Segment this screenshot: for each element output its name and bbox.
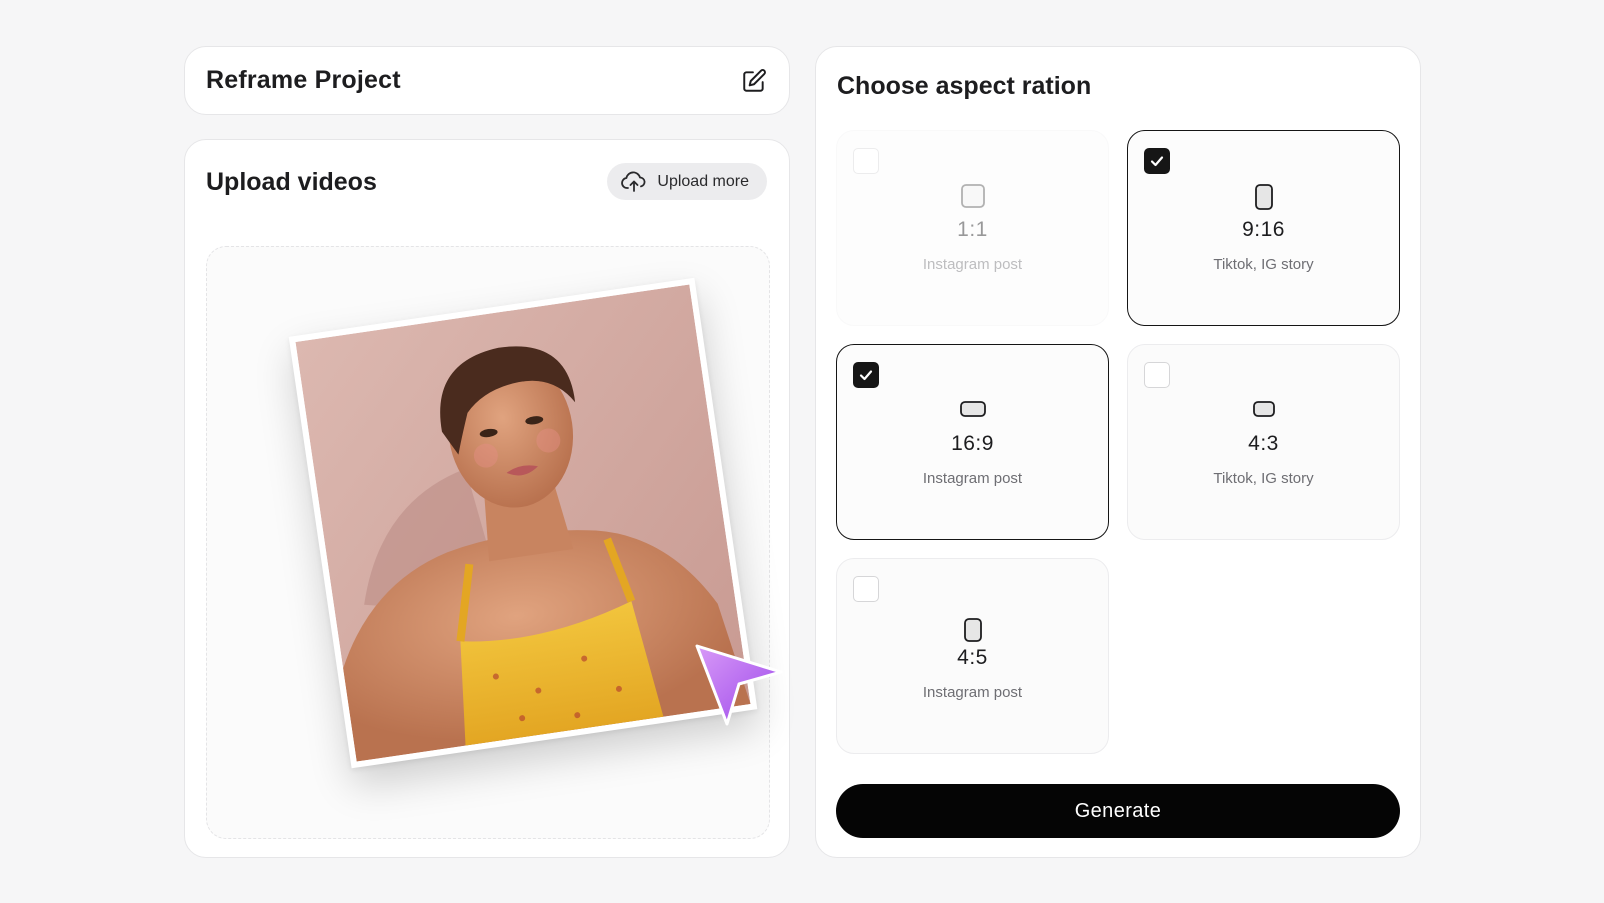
- upload-videos-card: Upload videos Upload more: [184, 139, 790, 858]
- pencil-square-icon: [743, 69, 766, 92]
- ratio-value: 1:1: [957, 218, 988, 241]
- video-dropzone[interactable]: [206, 246, 770, 839]
- landscape-ratio-icon: [1252, 401, 1275, 417]
- aspect-ratio-card: Choose aspect ration 1:1 Instagram post …: [815, 46, 1421, 858]
- ratio-caption: Tiktok, IG story: [1213, 470, 1314, 487]
- ratio-value: 9:16: [1242, 218, 1285, 241]
- aspect-option-9-16[interactable]: 9:16 Tiktok, IG story: [1127, 130, 1400, 326]
- portrait-ratio-icon: [1254, 184, 1273, 210]
- checkbox[interactable]: [853, 148, 879, 174]
- project-header-card: Reframe Project: [184, 46, 790, 115]
- aspect-ratio-title: Choose aspect ration: [837, 72, 1092, 100]
- square-ratio-icon: [960, 184, 985, 208]
- upload-title: Upload videos: [206, 168, 377, 196]
- portrait-photo: [295, 284, 751, 762]
- portrait-ratio-icon: [963, 618, 982, 642]
- ratio-value: 4:5: [957, 646, 988, 669]
- cloud-upload-icon: [621, 171, 646, 192]
- ratio-caption: Tiktok, IG story: [1213, 256, 1314, 273]
- upload-more-button[interactable]: Upload more: [607, 163, 767, 200]
- checkbox[interactable]: [853, 576, 879, 602]
- ratio-caption: Instagram post: [922, 684, 1023, 701]
- aspect-option-4-3[interactable]: 4:3 Tiktok, IG story: [1127, 344, 1400, 540]
- upload-more-label: Upload more: [657, 172, 749, 190]
- ratio-caption: Instagram post: [922, 470, 1023, 487]
- landscape-ratio-icon: [959, 401, 986, 417]
- checkmark-icon: [1150, 156, 1164, 167]
- checkbox[interactable]: [1144, 362, 1170, 388]
- aspect-option-16-9[interactable]: 16:9 Instagram post: [836, 344, 1109, 540]
- ratio-value: 16:9: [951, 432, 994, 455]
- generate-button[interactable]: Generate: [836, 784, 1400, 838]
- checkmark-icon: [859, 370, 873, 381]
- pointer-cursor-icon: [695, 644, 783, 726]
- ratio-caption: Instagram post: [922, 256, 1023, 273]
- ratio-value: 4:3: [1248, 432, 1279, 455]
- generate-label: Generate: [1074, 799, 1162, 822]
- edit-project-button[interactable]: [741, 68, 767, 94]
- project-title: Reframe Project: [206, 66, 401, 94]
- aspect-option-1-1[interactable]: 1:1 Instagram post: [836, 130, 1109, 326]
- checkbox-checked[interactable]: [853, 362, 879, 388]
- aspect-option-4-5[interactable]: 4:5 Instagram post: [836, 558, 1109, 754]
- checkbox-checked[interactable]: [1144, 148, 1170, 174]
- uploaded-video-thumbnail[interactable]: [288, 277, 758, 769]
